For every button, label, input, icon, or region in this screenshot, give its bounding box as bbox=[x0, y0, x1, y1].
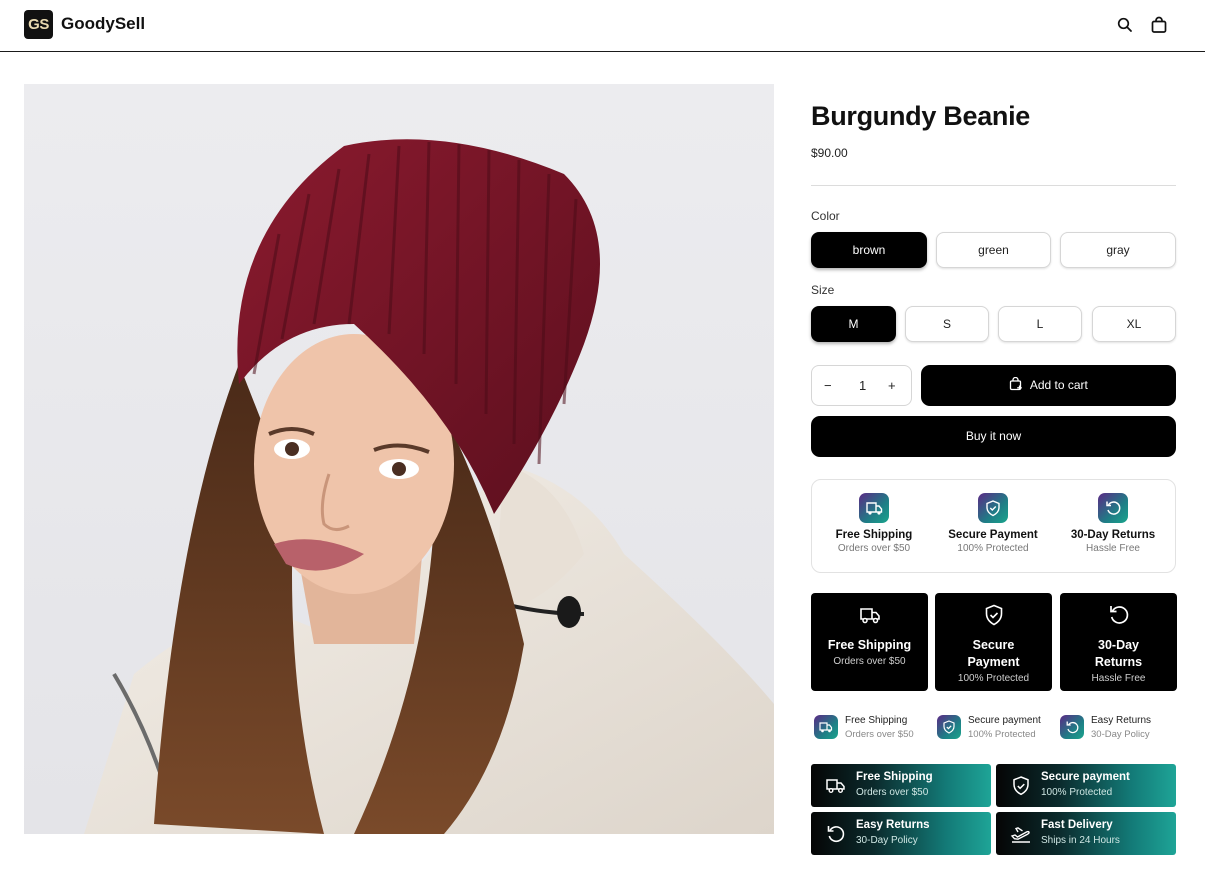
bar-subtitle: Ships in 24 Hours bbox=[1041, 835, 1120, 846]
add-to-cart-label: Add to cart bbox=[1029, 378, 1088, 392]
bar-title: Fast Delivery bbox=[1041, 819, 1113, 831]
tile-returns: 30-Day Returns Hassle Free bbox=[1060, 593, 1177, 691]
trust-title: Secure Payment bbox=[948, 529, 1038, 541]
truck-icon bbox=[814, 715, 838, 739]
mini-title: Free Shipping bbox=[845, 715, 908, 726]
tile-title: Free Shipping bbox=[827, 638, 912, 652]
trust-title: Free Shipping bbox=[835, 529, 913, 541]
bar-title: Free Shipping bbox=[856, 771, 933, 783]
tile-payment: Secure Payment 100% Protected bbox=[935, 593, 1052, 691]
logo[interactable]: GS bbox=[24, 10, 53, 39]
bar-subtitle: Orders over $50 bbox=[856, 787, 929, 798]
tile-subtitle: Orders over $50 bbox=[833, 656, 906, 667]
trust-badges-card: Free Shipping Orders over $50 Secure Pay… bbox=[811, 479, 1176, 573]
product-image[interactable] bbox=[24, 84, 774, 834]
mini-item-shipping: Free Shipping Orders over $50 bbox=[814, 713, 929, 743]
size-option-xl[interactable]: XL bbox=[1092, 306, 1176, 342]
site-header: GS GoodySell bbox=[0, 0, 1205, 52]
bar-title: Secure payment bbox=[1041, 771, 1130, 783]
tile-subtitle: 100% Protected bbox=[957, 673, 1030, 684]
gradient-bar-payment: Secure payment 100% Protected bbox=[996, 764, 1176, 807]
product-title: Burgundy Beanie bbox=[811, 101, 1031, 131]
trust-item-payment: Secure Payment 100% Protected bbox=[933, 480, 1053, 574]
airplane-icon bbox=[1010, 827, 1030, 843]
size-option-m[interactable]: M bbox=[811, 306, 896, 342]
size-option-l[interactable]: L bbox=[998, 306, 1082, 342]
buy-now-button[interactable]: Buy it now bbox=[811, 416, 1176, 457]
truck-icon bbox=[859, 608, 880, 624]
return-icon bbox=[1060, 715, 1084, 739]
trust-item-returns: 30-Day Returns Hassle Free bbox=[1053, 480, 1173, 574]
cart-add-icon bbox=[1009, 376, 1022, 391]
gradient-bar-returns: Easy Returns 30-Day Policy bbox=[811, 812, 991, 855]
mini-title: Secure payment bbox=[968, 715, 1041, 726]
size-label: Size bbox=[811, 283, 835, 297]
qty-value[interactable]: 1 bbox=[859, 366, 866, 405]
tile-title-line2: Payment bbox=[967, 655, 1020, 669]
return-icon bbox=[1109, 606, 1128, 624]
color-option-green[interactable]: green bbox=[936, 232, 1051, 268]
divider bbox=[811, 185, 1176, 186]
tile-title-line2: Returns bbox=[1094, 655, 1143, 669]
gradient-bar-shipping: Free Shipping Orders over $50 bbox=[811, 764, 991, 807]
shield-check-icon bbox=[1013, 776, 1029, 796]
return-icon bbox=[827, 826, 845, 843]
search-icon[interactable] bbox=[1116, 16, 1134, 34]
mini-subtitle: Orders over $50 bbox=[845, 729, 914, 740]
truck-icon bbox=[859, 493, 889, 523]
color-option-brown[interactable]: brown bbox=[811, 232, 927, 268]
truck-icon bbox=[826, 779, 845, 793]
color-option-gray[interactable]: gray bbox=[1060, 232, 1176, 268]
bar-title: Easy Returns bbox=[856, 819, 930, 831]
tile-shipping: Free Shipping Orders over $50 bbox=[811, 593, 928, 691]
mini-subtitle: 100% Protected bbox=[968, 729, 1036, 740]
trust-title: 30-Day Returns bbox=[1070, 529, 1156, 541]
trust-item-shipping: Free Shipping Orders over $50 bbox=[814, 480, 934, 574]
trust-subtitle: 100% Protected bbox=[957, 543, 1029, 554]
tile-subtitle: Hassle Free bbox=[1091, 673, 1146, 684]
trust-subtitle: Orders over $50 bbox=[837, 543, 911, 554]
shield-check-icon bbox=[985, 604, 1002, 626]
mini-title: Easy Returns bbox=[1091, 715, 1152, 726]
add-to-cart-button[interactable]: Add to cart bbox=[921, 365, 1176, 406]
qty-plus-button[interactable]: + bbox=[888, 366, 896, 405]
mini-item-returns: Easy Returns 30-Day Policy bbox=[1060, 713, 1176, 743]
product-price: $90.00 bbox=[811, 146, 848, 160]
return-icon bbox=[1098, 493, 1128, 523]
product-photo bbox=[24, 84, 774, 834]
tile-title-line1: 30-Day bbox=[1098, 638, 1139, 652]
color-label: Color bbox=[811, 209, 840, 223]
quantity-stepper: − 1 + bbox=[811, 365, 912, 406]
gradient-bar-delivery: Fast Delivery Ships in 24 Hours bbox=[996, 812, 1176, 855]
shopping-bag-icon[interactable] bbox=[1150, 16, 1168, 34]
bar-subtitle: 30-Day Policy bbox=[856, 835, 918, 846]
bar-subtitle: 100% Protected bbox=[1041, 787, 1113, 798]
mini-subtitle: 30-Day Policy bbox=[1091, 729, 1150, 740]
qty-minus-button[interactable]: − bbox=[824, 366, 832, 405]
size-option-s[interactable]: S bbox=[905, 306, 989, 342]
trust-subtitle: Hassle Free bbox=[1086, 543, 1140, 554]
tile-title-line1: Secure bbox=[972, 638, 1015, 652]
mini-item-payment: Secure payment 100% Protected bbox=[937, 713, 1052, 743]
shield-check-icon bbox=[978, 493, 1008, 523]
brand-name[interactable]: GoodySell bbox=[61, 14, 145, 34]
shield-check-icon bbox=[937, 715, 961, 739]
